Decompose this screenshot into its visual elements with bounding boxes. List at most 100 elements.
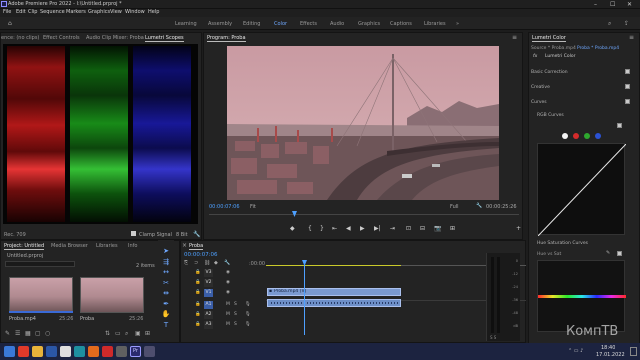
- ripple-edit-tool-icon[interactable]: ↔: [161, 267, 171, 278]
- workspace-captions[interactable]: Captions: [390, 21, 412, 27]
- solo-button[interactable]: S: [234, 302, 237, 307]
- track-label[interactable]: V2: [204, 279, 213, 287]
- microphone-icon[interactable]: 🎙: [245, 322, 251, 327]
- curve-channel-dot[interactable]: [595, 133, 601, 139]
- sequence-tab[interactable]: Proba: [189, 243, 204, 250]
- sort-icon[interactable]: ⇅: [105, 330, 110, 337]
- lumetri-color-title[interactable]: Lumetri Color: [532, 35, 566, 42]
- menu-graphics[interactable]: Graphics: [88, 9, 110, 15]
- maximize-button[interactable]: ☐: [610, 1, 615, 8]
- sequence-thumbnail[interactable]: [80, 277, 144, 313]
- mute-button[interactable]: M: [226, 322, 230, 327]
- home-icon[interactable]: ⌂: [8, 20, 12, 27]
- menu-window[interactable]: Window: [125, 9, 145, 15]
- audio-clip[interactable]: [267, 299, 401, 307]
- program-scrubber[interactable]: [209, 214, 519, 215]
- explorer-icon[interactable]: [32, 346, 43, 357]
- snap-icon[interactable]: ⊃: [194, 260, 198, 266]
- hue-vs-sat-graph[interactable]: [537, 260, 626, 332]
- pencil-icon[interactable]: ✎: [5, 330, 10, 337]
- go-to-out-icon[interactable]: ⇥: [390, 225, 395, 232]
- basic-correction-section[interactable]: Basic Correction: [531, 70, 568, 75]
- solo-button[interactable]: S: [234, 312, 237, 317]
- track-label[interactable]: V1: [204, 289, 213, 297]
- go-to-in-icon[interactable]: ⇤: [332, 225, 337, 232]
- selection-tool-icon[interactable]: ➤: [161, 246, 171, 257]
- track-label[interactable]: A1: [204, 301, 213, 309]
- word-icon[interactable]: [46, 346, 57, 357]
- find-icon[interactable]: ⌕: [125, 330, 128, 338]
- menu-view[interactable]: View: [110, 9, 122, 15]
- clock-time[interactable]: 18:40: [601, 345, 615, 351]
- menu-edit[interactable]: Edit: [16, 9, 26, 15]
- project-search-input[interactable]: [5, 261, 75, 267]
- automate-icon[interactable]: ▭: [115, 330, 121, 337]
- opera-icon[interactable]: [102, 346, 113, 357]
- add-marker-icon[interactable]: ◆: [290, 225, 295, 232]
- mute-button[interactable]: M: [226, 302, 230, 307]
- creative-section[interactable]: Creative: [531, 85, 550, 90]
- start-icon[interactable]: [4, 346, 15, 357]
- clock-date[interactable]: 17.01.2022: [596, 352, 625, 358]
- menu-clip[interactable]: Clip: [28, 9, 37, 15]
- notification-icon[interactable]: [630, 347, 637, 356]
- sequence-item-name[interactable]: Proba: [80, 316, 94, 322]
- rgb-curve-graph[interactable]: [537, 143, 627, 237]
- source-label[interactable]: Source * Proba.mp4: [531, 46, 576, 51]
- firefox-icon[interactable]: [88, 346, 99, 357]
- lock-icon[interactable]: 🔒: [195, 302, 201, 307]
- curve-channel-dot[interactable]: [562, 133, 568, 139]
- lock-icon[interactable]: 🔒: [195, 290, 201, 295]
- minimize-button[interactable]: –: [594, 1, 597, 8]
- video-clip[interactable]: Proba.mp4 [V] ▪: [267, 288, 401, 296]
- mark-in-icon[interactable]: {: [308, 225, 312, 232]
- solo-button[interactable]: S: [234, 322, 237, 327]
- razor-tool-icon[interactable]: ✂: [161, 278, 171, 289]
- microphone-icon[interactable]: 🎙: [245, 302, 251, 307]
- workspace-editing[interactable]: Editing: [243, 21, 260, 27]
- share-icon[interactable]: ⇪: [624, 20, 629, 27]
- media-item-name[interactable]: Proba.mp4: [9, 316, 36, 322]
- basic-correction-checkbox[interactable]: [625, 69, 630, 74]
- lock-icon[interactable]: 🔒: [195, 270, 201, 275]
- app5-icon[interactable]: [74, 346, 85, 357]
- yandex-icon[interactable]: [18, 346, 29, 357]
- export-frame-icon[interactable]: 📷: [434, 225, 441, 232]
- curve-channel-dot[interactable]: [584, 133, 590, 139]
- hue-saturation-curves-label[interactable]: Hue Saturation Curves: [537, 241, 588, 246]
- track-label[interactable]: V3: [204, 269, 213, 277]
- premiere-icon[interactable]: Pr: [130, 346, 141, 357]
- workspace-graphics[interactable]: Graphics: [358, 21, 380, 27]
- meter-solo-buttons[interactable]: S S: [490, 335, 496, 340]
- app8-icon[interactable]: [116, 346, 127, 357]
- zoom-slider-icon[interactable]: ○: [45, 330, 50, 337]
- mark-out-icon[interactable]: }: [320, 225, 324, 232]
- hand-tool-icon[interactable]: ✋: [161, 309, 171, 320]
- tab-source[interactable]: ence: (no clips): [1, 35, 39, 41]
- workspace-color[interactable]: Color: [274, 21, 287, 27]
- freeform-view-icon[interactable]: ▢: [35, 330, 41, 337]
- tab-lumetri-scopes[interactable]: Lumetri Scopes: [145, 35, 184, 42]
- linked-selection-icon[interactable]: ⛓: [204, 260, 210, 266]
- track-select-tool-icon[interactable]: ⇶: [161, 257, 171, 268]
- slip-tool-icon[interactable]: ⇹: [161, 288, 171, 299]
- workspace-learning[interactable]: Learning: [175, 21, 197, 27]
- add-button-icon[interactable]: +: [516, 225, 521, 232]
- panel-menu-icon[interactable]: ≡: [512, 34, 517, 41]
- new-item-icon[interactable]: ⊞: [145, 330, 150, 337]
- curves-section[interactable]: Curves: [531, 100, 547, 105]
- wrench-icon[interactable]: 🔧: [476, 203, 482, 209]
- target-clip-label[interactable]: Proba * Proba.mp4: [577, 46, 619, 51]
- bit-depth-label[interactable]: 8 Bit: [176, 232, 188, 238]
- quality-select[interactable]: Full: [450, 204, 459, 210]
- rgb-curves-checkbox[interactable]: [617, 123, 622, 128]
- eyedropper-icon[interactable]: ✎: [606, 250, 610, 256]
- wrench-icon[interactable]: 🔧: [193, 231, 200, 238]
- rgb-curves-label[interactable]: RGB Curves: [537, 113, 564, 118]
- menu-help[interactable]: Help: [148, 9, 159, 15]
- lock-icon[interactable]: 🔒: [195, 322, 201, 327]
- track-label[interactable]: A2: [204, 311, 213, 319]
- step-back-icon[interactable]: ◀: [346, 225, 351, 232]
- extract-icon[interactable]: ⊟: [420, 225, 425, 232]
- workspaces-more-icon[interactable]: »: [456, 21, 459, 27]
